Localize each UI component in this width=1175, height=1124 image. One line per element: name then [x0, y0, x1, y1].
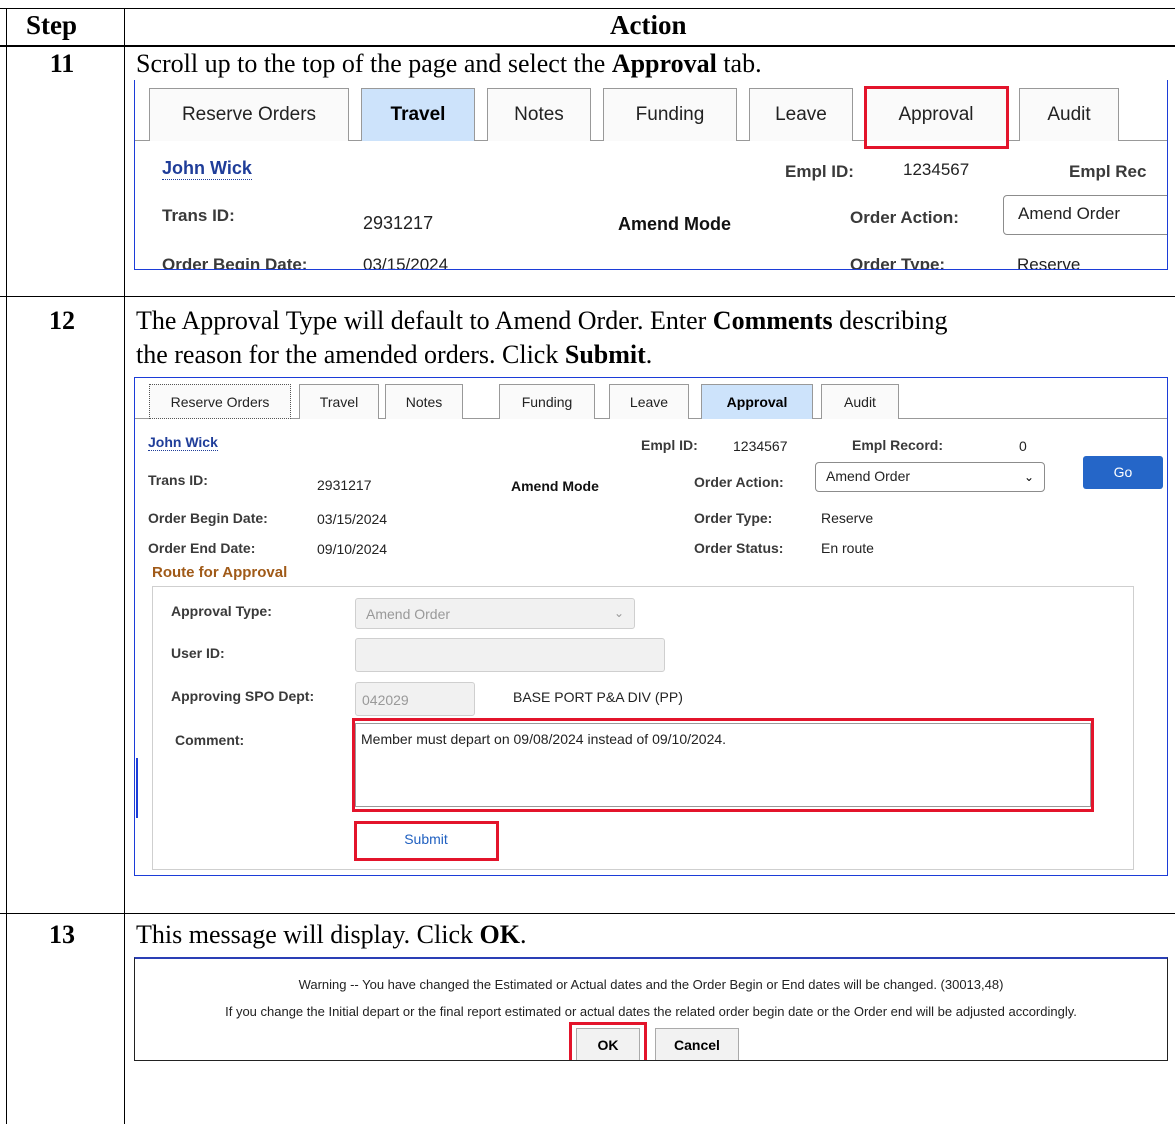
tab-leave[interactable]: Leave	[609, 384, 689, 419]
warning-message-line1: Warning -- You have changed the Estimate…	[298, 977, 1004, 992]
tab-travel[interactable]: Travel	[299, 384, 379, 419]
screenshot-warning-dialog: Warning -- You have changed the Estimate…	[134, 957, 1168, 1061]
empl-id-label: Empl ID:	[785, 162, 854, 181]
order-end-label: Order End Date:	[148, 540, 256, 556]
chevron-down-icon: ⌄	[1023, 470, 1034, 484]
row-divider-12	[0, 913, 1175, 914]
tab-travel[interactable]: Travel	[361, 88, 475, 141]
submit-button[interactable]: Submit	[356, 824, 496, 856]
row-divider-11	[0, 296, 1175, 297]
comment-label: Comment:	[175, 732, 245, 748]
empl-record-label: Empl Rec	[1069, 162, 1147, 181]
approval-type-select[interactable]: Amend Order ⌄	[355, 598, 635, 629]
header-action: Action	[610, 10, 687, 40]
go-button[interactable]: Go	[1083, 456, 1163, 489]
tab-approval[interactable]: Approval	[701, 384, 813, 419]
order-action-select[interactable]: Amend Order	[1003, 195, 1167, 235]
header-step: Step	[26, 10, 78, 40]
empl-record-label: Empl Record:	[852, 437, 944, 453]
order-end-value: 09/10/2024	[317, 541, 388, 557]
order-begin-value: 03/15/2024	[317, 511, 388, 527]
order-begin-value: 03/15/2024	[363, 255, 449, 270]
order-type-label: Order Type:	[694, 510, 773, 526]
empl-id-label: Empl ID:	[641, 437, 698, 453]
order-action-label: Order Action:	[694, 474, 784, 490]
user-id-label: User ID:	[171, 645, 225, 661]
trans-id-value: 2931217	[317, 477, 372, 493]
cancel-button[interactable]: Cancel	[655, 1028, 739, 1060]
mode-indicator: Amend Mode	[618, 214, 732, 234]
ok-button[interactable]: OK	[576, 1028, 640, 1060]
tab-notes[interactable]: Notes	[385, 384, 463, 419]
tab-audit[interactable]: Audit	[821, 384, 899, 419]
comment-textarea[interactable]: Member must depart on 09/08/2024 instead…	[355, 723, 1091, 807]
tab-leave[interactable]: Leave	[749, 88, 853, 141]
column-divider	[124, 8, 125, 1124]
employee-name-link[interactable]: John Wick	[148, 434, 218, 451]
approving-dept-label: Approving SPO Dept:	[171, 688, 315, 704]
screenshot-approval-tab: Reserve Orders Travel Notes Funding Leav…	[134, 377, 1168, 876]
panel-edge-marker	[136, 758, 138, 818]
empl-id-value: 1234567	[903, 160, 970, 179]
trans-id-label: Trans ID:	[148, 472, 208, 488]
user-id-field[interactable]	[355, 638, 665, 672]
mode-indicator: Amend Mode	[511, 478, 599, 494]
order-action-label: Order Action:	[850, 208, 959, 227]
order-type-value: Reserve	[1017, 255, 1081, 270]
order-type-label: Order Type:	[850, 255, 946, 270]
order-type-value: Reserve	[821, 510, 874, 526]
approval-type-label: Approval Type:	[171, 603, 272, 619]
route-for-approval-heading: Route for Approval	[152, 564, 288, 581]
warning-message-line2: If you change the Initial depart or the …	[225, 1004, 1077, 1019]
step-11-text: Scroll up to the top of the page and sel…	[136, 49, 762, 78]
table-top-border	[0, 8, 1175, 9]
chevron-down-icon: ⌄	[613, 606, 624, 620]
approving-dept-field[interactable]: 042029	[355, 682, 475, 716]
tab-reserve-orders[interactable]: Reserve Orders	[149, 384, 291, 419]
header-divider	[0, 45, 1175, 47]
order-begin-label: Order Begin Date:	[148, 510, 268, 526]
screenshot-travel-tab: Reserve Orders Travel Notes Funding Leav…	[134, 80, 1168, 270]
order-begin-label: Order Begin Date:	[162, 255, 308, 270]
tab-funding[interactable]: Funding	[499, 384, 595, 419]
trans-id-value: 2931217	[363, 213, 434, 233]
employee-name-link[interactable]: John Wick	[162, 158, 252, 180]
step-number-11: 11	[49, 49, 75, 78]
empl-id-value: 1234567	[733, 438, 788, 454]
step-number-13: 13	[49, 920, 75, 949]
order-status-label: Order Status:	[694, 540, 784, 556]
table-left-border	[6, 8, 7, 1124]
trans-id-label: Trans ID:	[162, 206, 235, 225]
order-action-select[interactable]: Amend Order ⌄	[815, 462, 1045, 492]
tab-reserve-orders[interactable]: Reserve Orders	[149, 88, 349, 141]
empl-record-value: 0	[1019, 438, 1027, 454]
tab-notes[interactable]: Notes	[487, 88, 591, 141]
tab-funding[interactable]: Funding	[603, 88, 737, 141]
step-12-text-line2: the reason for the amended orders. Click…	[136, 340, 653, 369]
step-12-text-line1: The Approval Type will default to Amend …	[136, 306, 948, 335]
tab-approval[interactable]: Approval	[865, 88, 1007, 141]
step-13-text: This message will display. Click OK.	[136, 920, 527, 949]
step-number-12: 12	[49, 306, 75, 335]
order-status-value: En route	[821, 540, 874, 556]
tab-audit[interactable]: Audit	[1019, 88, 1119, 141]
approving-dept-description: BASE PORT P&A DIV (PP)	[513, 689, 683, 705]
